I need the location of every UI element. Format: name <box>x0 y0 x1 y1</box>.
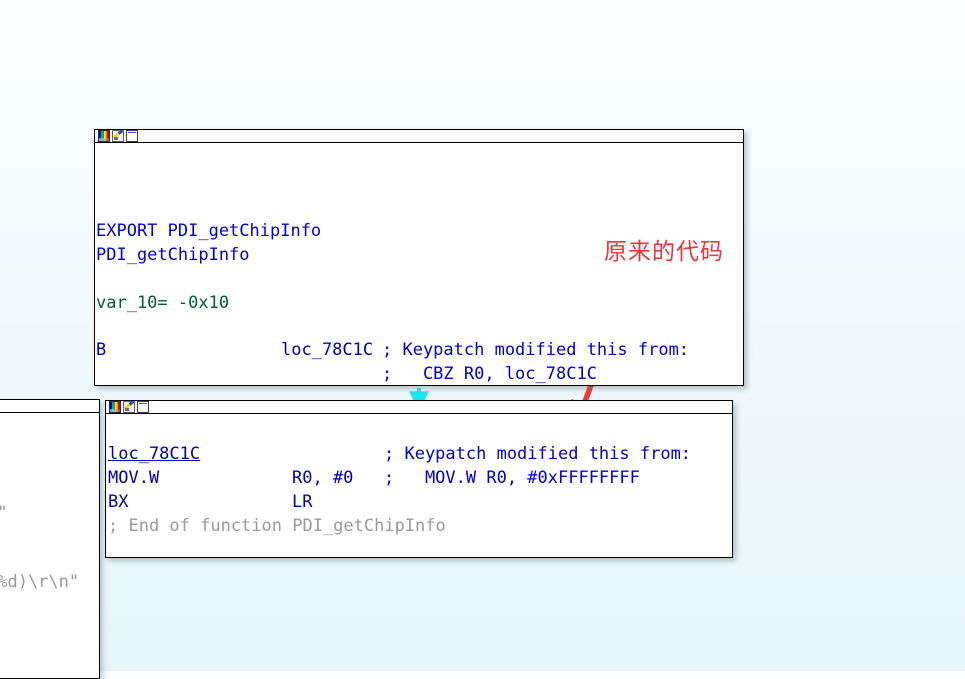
bottom-window-body: loc_78C1C ; Keypatch modified this from:… <box>106 414 732 557</box>
partial-disassembly-panel[interactable]: c" |%d)\r\n" <box>0 399 100 679</box>
bottom-row-comment-2: ; MOV.W R0, #0xFFFFFFFF <box>384 468 640 488</box>
top-line-symbol: PDI_getChipInfo <box>96 245 250 265</box>
pencil-icon[interactable] <box>123 401 135 413</box>
pencil-icon[interactable] <box>112 130 124 142</box>
ida-graph-window-bottom[interactable]: loc_78C1C ; Keypatch modified this from:… <box>105 400 733 558</box>
face-icon[interactable] <box>137 401 149 413</box>
palette-icon[interactable] <box>109 401 121 413</box>
partial-panel-titlebar[interactable] <box>0 400 99 413</box>
bottom-row-label-2: MOV.W <box>108 468 160 488</box>
bottom-row-label-1: loc_78C1C <box>108 444 201 464</box>
face-icon[interactable] <box>126 130 138 142</box>
bottom-window-titlebar[interactable] <box>106 401 732 414</box>
top-instruction-comment: ; Keypatch modified this from: <box>382 340 690 360</box>
top-line-var: var_10= -0x10 <box>96 293 230 313</box>
chinese-annotation-note: 原来的代码 <box>604 239 724 265</box>
bottom-row-comment-1: ; Keypatch modified this from: <box>384 444 692 464</box>
partial-panel-body: c" |%d)\r\n" <box>0 413 99 678</box>
top-instruction-comment-2: ; CBZ R0, loc_78C1C <box>382 364 597 384</box>
top-instruction-mnemonic: B <box>96 340 107 360</box>
bottom-end-comment: ; End of function PDI_getChipInfo <box>108 516 446 536</box>
partial-panel-line-1: c" <box>0 501 7 525</box>
top-instruction-operand: loc_78C1C <box>281 340 374 360</box>
bottom-row-label-3: BX <box>108 492 129 512</box>
palette-icon[interactable] <box>98 130 110 142</box>
partial-panel-line-2: |%d)\r\n" <box>0 572 80 592</box>
top-window-titlebar[interactable] <box>95 130 743 143</box>
bottom-row-operand-3: LR <box>292 492 313 512</box>
top-line-export: EXPORT PDI_getChipInfo <box>96 221 322 241</box>
bottom-row-operand-2: R0, #0 <box>292 468 354 488</box>
